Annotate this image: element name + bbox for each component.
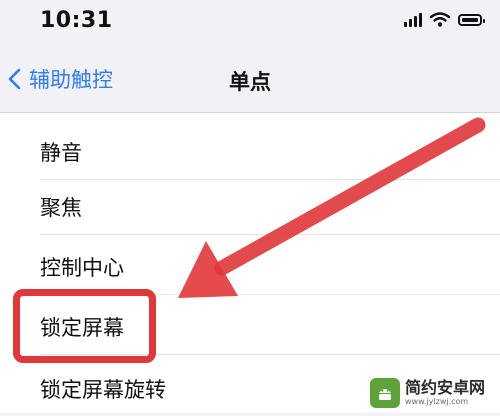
watermark-logo xyxy=(370,378,400,408)
red-arrow-annotation xyxy=(178,117,486,298)
android-icon xyxy=(379,389,391,400)
watermark-url: www.jylzwj.com xyxy=(405,397,469,406)
watermark-name: 简约安卓网 xyxy=(405,378,486,397)
watermark: 简约安卓网 www.jylzwj.com xyxy=(370,378,485,408)
